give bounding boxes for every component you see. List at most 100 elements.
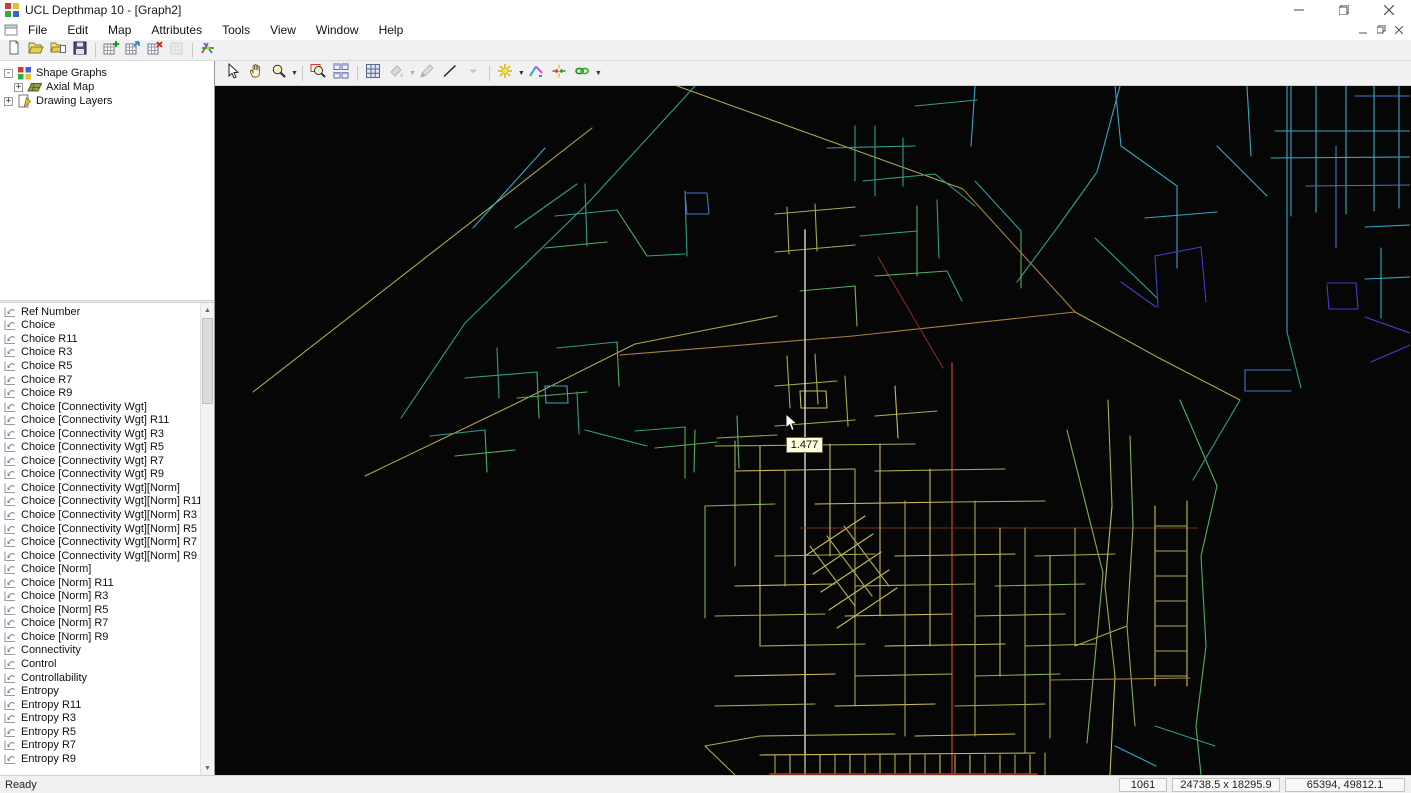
scroll-thumb[interactable] — [202, 318, 213, 404]
line-tool-button[interactable] — [439, 63, 462, 84]
add-column-button[interactable] — [100, 40, 122, 61]
fill-tool-dropdown[interactable]: ▼ — [409, 70, 416, 77]
expand-toggle[interactable]: - — [4, 68, 13, 78]
attribute-item-entropy-r7[interactable]: Entropy R7 — [0, 739, 200, 753]
tree-item-drawing-layers[interactable]: + Drawing Layers — [4, 94, 214, 108]
axial-map-tool-button[interactable] — [494, 63, 517, 84]
select-tool-button[interactable] — [221, 62, 244, 84]
select-icon — [225, 62, 241, 84]
grid-toggle-button[interactable] — [362, 63, 385, 84]
menu-window[interactable]: Window — [306, 21, 369, 39]
open-project-button[interactable] — [47, 41, 69, 59]
mdi-restore-button[interactable] — [1372, 22, 1390, 37]
attribute-item-choice-connectivity-wgt-norm-r11[interactable]: Choice [Connectivity Wgt][Norm] R11 — [0, 495, 200, 509]
remove-column-button[interactable] — [144, 40, 166, 59]
attribute-item-control[interactable]: Control — [0, 657, 200, 671]
scroll-down-button[interactable]: ▼ — [201, 761, 214, 775]
axial-select-button[interactable] — [197, 41, 219, 59]
table-add-icon — [103, 40, 119, 61]
attribute-label: Choice [Connectivity Wgt] R9 — [21, 468, 165, 481]
attribute-item-choice-norm-r3[interactable]: Choice [Norm] R3 — [0, 589, 200, 603]
attribute-item-choice-norm-r5[interactable]: Choice [Norm] R5 — [0, 603, 200, 617]
menu-edit[interactable]: Edit — [57, 21, 98, 39]
zoom-tool-dropdown[interactable]: ▼ — [291, 70, 298, 77]
expand-toggle[interactable]: + — [4, 96, 13, 106]
attribute-item-ref-number[interactable]: Ref Number — [0, 305, 200, 319]
attribute-icon — [3, 753, 17, 765]
mdi-close-button[interactable] — [1390, 22, 1408, 37]
step-depth-tool-button[interactable] — [525, 63, 548, 84]
zoom-tool-button[interactable] — [267, 63, 290, 84]
attribute-icon — [3, 685, 17, 697]
status-bar: Ready 1061 24738.5 x 18295.9 65394, 4981… — [0, 775, 1411, 793]
attribute-item-choice-connectivity-wgt-r11[interactable]: Choice [Connectivity Wgt] R11 — [0, 413, 200, 427]
tree-item-shape-graphs[interactable]: - Shape Graphs — [4, 66, 214, 80]
pan-tool-button[interactable] — [244, 63, 267, 84]
attribute-item-choice-r5[interactable]: Choice R5 — [0, 359, 200, 373]
shape-dropdown-button — [462, 63, 485, 84]
axial-map-tool-dropdown[interactable]: ▼ — [518, 70, 525, 77]
attribute-item-controllability[interactable]: Controllability — [0, 671, 200, 685]
open-file-button[interactable] — [25, 41, 47, 59]
attribute-item-choice-connectivity-wgt-r7[interactable]: Choice [Connectivity Wgt] R7 — [0, 454, 200, 468]
menu-file[interactable]: File — [18, 21, 57, 39]
mdi-minimize-button[interactable] — [1354, 22, 1372, 37]
join-tool-button[interactable] — [548, 63, 571, 84]
attribute-item-choice-connectivity-wgt-norm-r5[interactable]: Choice [Connectivity Wgt][Norm] R5 — [0, 522, 200, 536]
attribute-item-entropy[interactable]: Entropy — [0, 684, 200, 698]
close-button[interactable] — [1366, 0, 1411, 20]
attribute-item-choice-connectivity-wgt[interactable]: Choice [Connectivity Wgt] — [0, 400, 200, 414]
attribute-item-choice-connectivity-wgt-r9[interactable]: Choice [Connectivity Wgt] R9 — [0, 468, 200, 482]
restore-button[interactable] — [1321, 0, 1366, 20]
attribute-icon — [3, 414, 17, 426]
attribute-label: Choice [Connectivity Wgt][Norm] R11 — [21, 495, 200, 508]
menu-help[interactable]: Help — [369, 21, 414, 39]
attribute-item-choice-norm-r9[interactable]: Choice [Norm] R9 — [0, 630, 200, 644]
attribute-item-choice-r7[interactable]: Choice R7 — [0, 373, 200, 387]
attribute-item-entropy-r3[interactable]: Entropy R3 — [0, 711, 200, 725]
save-file-button[interactable] — [69, 41, 91, 59]
link-tool-dropdown[interactable]: ▼ — [595, 70, 602, 77]
scroll-up-button[interactable]: ▲ — [201, 303, 214, 317]
attribute-label: Choice [Norm] R11 — [21, 576, 114, 589]
menu-view[interactable]: View — [260, 21, 306, 39]
new-file-button[interactable] — [3, 40, 25, 59]
tree-item-axial-map[interactable]: + Axial Map — [4, 80, 214, 94]
menu-map[interactable]: Map — [98, 21, 141, 39]
attribute-item-choice-connectivity-wgt-norm-r9[interactable]: Choice [Connectivity Wgt][Norm] R9 — [0, 549, 200, 563]
attribute-item-choice-r11[interactable]: Choice R11 — [0, 332, 200, 346]
attribute-icon — [3, 482, 17, 494]
expand-toggle[interactable]: + — [14, 82, 23, 92]
value-tooltip: 1.477 — [786, 437, 823, 453]
map-canvas[interactable]: 1.477 — [215, 86, 1411, 775]
attribute-item-choice-connectivity-wgt-norm[interactable]: Choice [Connectivity Wgt][Norm] — [0, 481, 200, 495]
attribute-item-choice-r9[interactable]: Choice R9 — [0, 386, 200, 400]
attribute-item-choice-connectivity-wgt-norm-r3[interactable]: Choice [Connectivity Wgt][Norm] R3 — [0, 508, 200, 522]
attribute-item-choice-r3[interactable]: Choice R3 — [0, 346, 200, 360]
attribute-icon — [3, 495, 17, 507]
link-tool-button[interactable] — [571, 63, 594, 84]
attribute-item-choice-norm-r11[interactable]: Choice [Norm] R11 — [0, 576, 200, 590]
attribute-item-connectivity[interactable]: Connectivity — [0, 644, 200, 658]
attribute-item-choice[interactable]: Choice — [0, 319, 200, 333]
update-column-button[interactable] — [122, 40, 144, 59]
menu-tools[interactable]: Tools — [212, 21, 260, 39]
attribute-item-choice-norm-r7[interactable]: Choice [Norm] R7 — [0, 617, 200, 631]
menu-bar: File Edit Map Attributes Tools View Window Help — [0, 20, 1411, 40]
attribute-item-choice-connectivity-wgt-norm-r7[interactable]: Choice [Connectivity Wgt][Norm] R7 — [0, 535, 200, 549]
minimize-button[interactable] — [1276, 0, 1321, 20]
menu-attributes[interactable]: Attributes — [141, 21, 212, 39]
attribute-scrollbar[interactable]: ▲ ▼ — [200, 303, 214, 775]
attribute-item-choice-norm[interactable]: Choice [Norm] — [0, 562, 200, 576]
attribute-item-entropy-r5[interactable]: Entropy R5 — [0, 725, 200, 739]
attribute-item-choice-connectivity-wgt-r3[interactable]: Choice [Connectivity Wgt] R3 — [0, 427, 200, 441]
attribute-label: Entropy R3 — [21, 712, 77, 725]
toolbar-separator — [192, 42, 193, 58]
attribute-item-entropy-r9[interactable]: Entropy R9 — [0, 752, 200, 766]
axial-map-drawing[interactable] — [215, 86, 1410, 775]
zoom-selection-tool-button[interactable] — [307, 63, 330, 84]
attribute-item-choice-connectivity-wgt-r5[interactable]: Choice [Connectivity Wgt] R5 — [0, 440, 200, 454]
attribute-item-entropy-r11[interactable]: Entropy R11 — [0, 698, 200, 712]
window-layout-button[interactable] — [330, 63, 353, 84]
line-icon — [442, 63, 458, 84]
